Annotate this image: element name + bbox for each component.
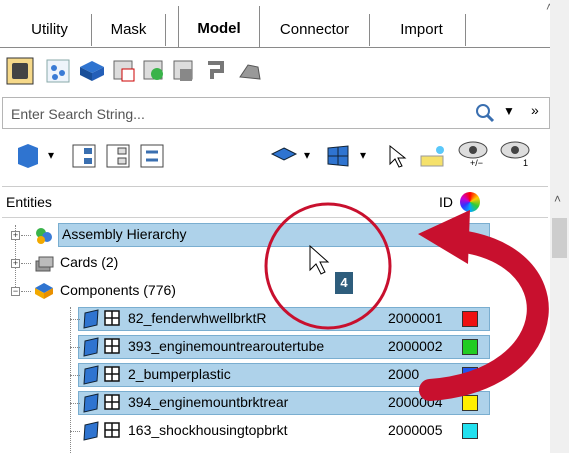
search-icon[interactable]: [475, 103, 495, 123]
color-swatch[interactable]: [462, 395, 478, 411]
mesh-grid-icon: [104, 366, 120, 382]
tree-header: Entities ID: [2, 187, 548, 218]
component-part-icon: [83, 365, 99, 385]
cards-icon: [35, 256, 54, 272]
connector-icon[interactable]: [202, 57, 230, 85]
search-dropdown-icon[interactable]: ▼: [503, 104, 515, 118]
component-part-icon: [83, 309, 99, 329]
tree-row-assembly-hierarchy[interactable]: + Assembly Hierarchy: [2, 221, 548, 249]
tree-row-label: 394_enginemountbrktrear: [128, 394, 289, 410]
mesh-grid-icon: [104, 422, 120, 438]
tree-row-label: Cards (2): [60, 254, 119, 270]
tree-line: [21, 291, 31, 292]
tree-row-label: 393_enginemountrearoutertube: [128, 338, 325, 354]
scroll-thumb[interactable]: [552, 218, 567, 258]
model-tools-bar: [0, 49, 552, 95]
tree-line: [70, 431, 80, 432]
show-only-icon[interactable]: 1: [498, 140, 532, 168]
component-part-icon: [83, 393, 99, 413]
show-hide-icon[interactable]: +/−: [456, 140, 490, 168]
tab-import[interactable]: Import: [378, 14, 466, 46]
tree-row-id: 2000005: [388, 422, 443, 438]
expand-chevron-icon[interactable]: »: [531, 102, 539, 118]
step-badge: 4: [335, 272, 353, 294]
system-icon[interactable]: [170, 57, 198, 85]
tree-line: [21, 235, 31, 236]
mesh-grid-icon: [104, 310, 120, 326]
tree-row-component[interactable]: 163_shockhousingtopbrkt 2000005: [2, 417, 548, 445]
search-input[interactable]: [9, 101, 453, 127]
pointer-icon[interactable]: [384, 142, 412, 170]
check-list-icon[interactable]: [70, 142, 98, 170]
tab-divider: [0, 47, 552, 48]
hierarchy-icon[interactable]: [44, 57, 72, 85]
entity-tree: Entities ID + Assembly Hierarchy + Cards…: [2, 186, 548, 454]
tab-mask[interactable]: Mask: [92, 14, 166, 46]
column-entities[interactable]: Entities: [6, 194, 52, 210]
tree-row-component[interactable]: 394_enginemountbrktrear 2000004: [2, 389, 548, 417]
color-icon[interactable]: [418, 142, 446, 170]
tree-row-id: 2000002: [388, 338, 443, 354]
scroll-up-icon[interactable]: ˄: [554, 192, 561, 206]
tree-line: [70, 375, 80, 376]
tree-row-label: 163_shockhousingtopbrkt: [128, 422, 288, 438]
tab-utility[interactable]: Utility: [8, 14, 92, 46]
tree-row-component[interactable]: 2_bumperplastic 2000: [2, 361, 548, 389]
tree-line: [70, 319, 80, 320]
color-swatch[interactable]: [462, 423, 478, 439]
component-icon[interactable]: [78, 57, 106, 85]
column-id[interactable]: ID: [439, 194, 453, 210]
svg-text:1: 1: [523, 158, 528, 168]
rigid-icon[interactable]: [236, 57, 264, 85]
color-swatch[interactable]: [462, 367, 478, 383]
tree-row-label: 2_bumperplastic: [128, 366, 231, 382]
expand-icon[interactable]: +: [11, 231, 20, 240]
property-icon[interactable]: [140, 57, 168, 85]
display-dropdown-icon[interactable]: ▾: [304, 148, 310, 162]
components-folder-icon: [35, 283, 53, 299]
mesh-dropdown-icon[interactable]: ▾: [360, 148, 366, 162]
dropdown-arrow-icon[interactable]: ▾: [48, 148, 54, 162]
display-mode-icon[interactable]: [270, 142, 298, 170]
tree-line: [70, 347, 80, 348]
tree-row-label: Assembly Hierarchy: [62, 226, 187, 242]
vertical-scrollbar[interactable]: ˄: [550, 0, 569, 453]
assembly-icon: [36, 228, 52, 244]
mesh-grid-icon: [104, 338, 120, 354]
mesh-grid-icon: [104, 394, 120, 410]
tree-row-cards[interactable]: + Cards (2): [2, 249, 548, 277]
tab-connector[interactable]: Connector: [260, 14, 370, 46]
reverse-check-icon[interactable]: [138, 142, 166, 170]
material-icon[interactable]: [110, 57, 138, 85]
tree-row-id: 2000001: [388, 310, 443, 326]
tree-row-id: 2000: [388, 366, 420, 382]
column-color-icon[interactable]: [460, 192, 480, 212]
svg-text:+/−: +/−: [470, 158, 483, 168]
tree-row-label: 82_fenderwhwellbrktR: [128, 310, 267, 326]
color-swatch[interactable]: [462, 311, 478, 327]
tree-line: [21, 263, 31, 264]
tree-row-id: 2000004: [388, 394, 443, 410]
isolate-icon[interactable]: [14, 142, 42, 170]
mesh-mode-icon[interactable]: [324, 142, 352, 170]
tab-model[interactable]: Model: [178, 6, 260, 48]
search-box: ▼ »: [2, 97, 550, 129]
component-part-icon: [83, 337, 99, 357]
uncheck-list-icon[interactable]: [104, 142, 132, 170]
model-browser-icon[interactable]: [6, 57, 34, 85]
tree-row-component[interactable]: 393_enginemountrearoutertube 2000002: [2, 333, 548, 361]
tree-row-component[interactable]: 82_fenderwhwellbrktR 2000001: [2, 305, 548, 333]
component-part-icon: [83, 421, 99, 441]
tab-bar: Utility Mask Model Connector Import ˄: [0, 0, 553, 48]
collapse-icon[interactable]: −: [11, 287, 20, 296]
browser-toolbar: ▾ ▾ ▾ +/− 1: [0, 134, 552, 180]
tree-row-label: Components (776): [60, 282, 176, 298]
color-swatch[interactable]: [462, 339, 478, 355]
tree-row-components[interactable]: − Components (776): [2, 277, 548, 305]
expand-icon[interactable]: +: [11, 259, 20, 268]
tree-line: [70, 403, 80, 404]
